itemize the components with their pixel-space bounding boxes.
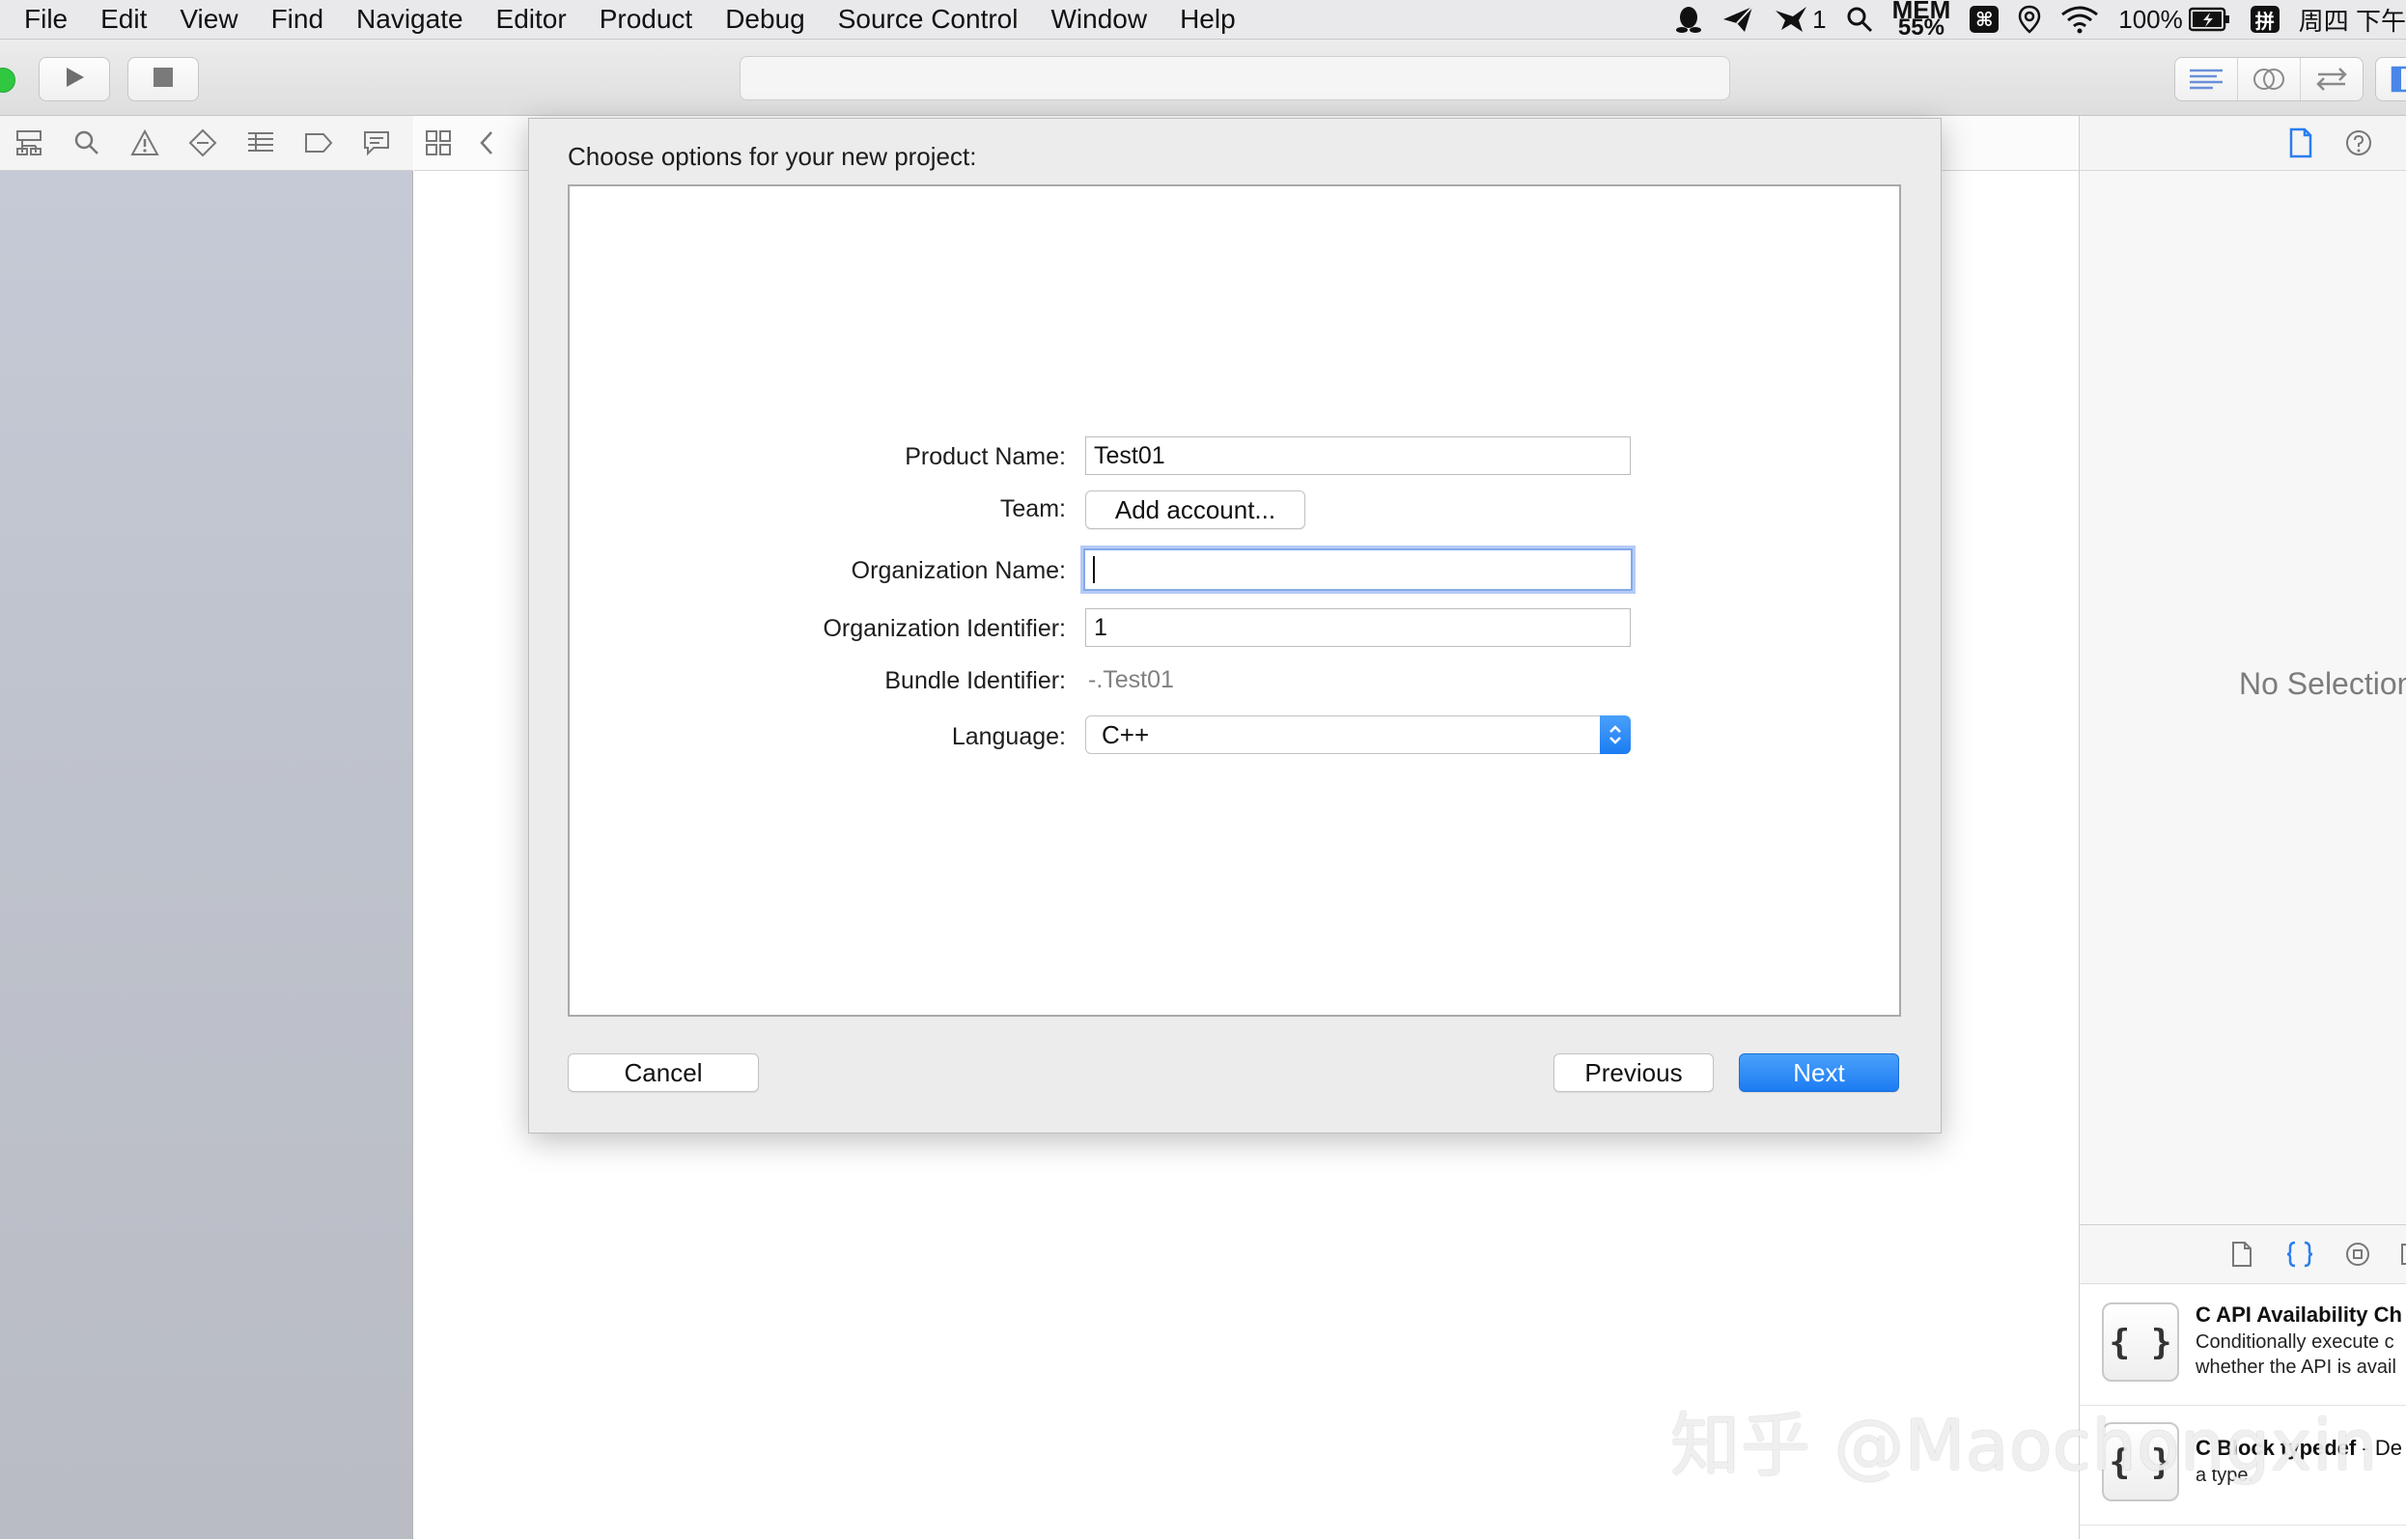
editor-mode-control: [2174, 57, 2364, 101]
memory-monitor[interactable]: MEM 55%: [1892, 0, 1951, 40]
project-navigator-icon[interactable]: [0, 129, 58, 156]
stop-icon: [152, 66, 175, 94]
location-icon[interactable]: [2018, 0, 2041, 39]
language-label: Language:: [951, 723, 1066, 750]
file-template-library-icon[interactable]: [2223, 1237, 2261, 1272]
bird-notification-icon[interactable]: 1: [1774, 0, 1827, 39]
breakpoint-navigator-icon[interactable]: [290, 132, 348, 154]
navigator-selector-bar: [0, 116, 413, 171]
organization-name-field[interactable]: [1083, 548, 1633, 591]
input-method-icon[interactable]: 拼: [2250, 0, 2280, 39]
back-chevron-icon[interactable]: [462, 129, 511, 156]
menu-file[interactable]: File: [0, 0, 84, 39]
battery-icon: [2188, 7, 2229, 32]
options-panel: [568, 184, 1901, 1017]
library-panel: { } C API Availability Ch Conditionally …: [2080, 1224, 2406, 1540]
menu-edit[interactable]: Edit: [84, 0, 163, 39]
qq-icon[interactable]: [1675, 0, 1702, 39]
quick-help-icon[interactable]: [2339, 126, 2378, 160]
related-items-grid-icon[interactable]: [414, 129, 462, 156]
media-library-icon[interactable]: [2389, 1237, 2406, 1272]
notification-count: 1: [1812, 4, 1827, 34]
watermark: 知乎 @Maochongxin: [1670, 1405, 2379, 1486]
language-select[interactable]: C++: [1085, 715, 1631, 754]
version-editor-icon[interactable]: [2301, 58, 2363, 100]
team-label: Team:: [999, 495, 1066, 522]
app-menu: File Edit View Find Navigate Editor Prod…: [0, 0, 1252, 39]
navigator-sidebar: [0, 171, 413, 1539]
menu-product[interactable]: Product: [583, 0, 710, 39]
stop-button[interactable]: [127, 57, 199, 101]
menu-help[interactable]: Help: [1163, 0, 1252, 39]
status-area: 1 MEM 55% ⌘ 100% 拼 周四 下午: [1665, 0, 2406, 40]
sheet-title: Choose options for your new project:: [568, 142, 977, 171]
panel-toggle-control: [2375, 57, 2406, 101]
previous-button[interactable]: Previous: [1553, 1053, 1714, 1092]
battery-indicator[interactable]: 100%: [2118, 0, 2231, 39]
product-name-field[interactable]: [1085, 436, 1631, 475]
menu-find[interactable]: Find: [255, 0, 340, 39]
issue-navigator-icon[interactable]: [116, 129, 174, 156]
cancel-button[interactable]: Cancel: [568, 1053, 759, 1092]
play-icon: [62, 65, 87, 95]
bundle-identifier-label: Bundle Identifier:: [884, 667, 1066, 694]
test-navigator-icon[interactable]: [174, 128, 232, 157]
object-library-icon[interactable]: [2338, 1237, 2377, 1272]
find-navigator-icon[interactable]: [58, 129, 116, 156]
navigator-toggle-icon[interactable]: [2376, 58, 2406, 100]
battery-percent: 100%: [2118, 4, 2183, 34]
language-selected-value: C++: [1102, 720, 1150, 749]
library-item-title: C API Availability Ch: [2196, 1302, 2402, 1327]
code-snippet-library-icon[interactable]: [2280, 1237, 2319, 1272]
wifi-icon[interactable]: [2060, 0, 2099, 39]
zoom-window-button[interactable]: [0, 68, 15, 93]
library-item-description: Conditionally execute c whether the API …: [2196, 1331, 2396, 1378]
run-button[interactable]: [39, 57, 110, 101]
menu-bar: File Edit View Find Navigate Editor Prod…: [0, 0, 2406, 40]
menu-debug[interactable]: Debug: [709, 0, 822, 39]
spotlight-search-icon[interactable]: [1846, 0, 1873, 39]
clock[interactable]: 周四 下午: [2299, 0, 2406, 39]
next-button[interactable]: Next: [1739, 1053, 1899, 1092]
text-caret: [1093, 556, 1095, 584]
debug-navigator-icon[interactable]: [232, 130, 290, 155]
inspector-tabs: [2080, 116, 2406, 171]
assistant-editor-icon[interactable]: [2238, 58, 2301, 100]
activity-viewer: [740, 56, 1730, 100]
code-snippet-icon: { }: [2102, 1302, 2179, 1382]
window-toolbar: [0, 40, 2406, 116]
report-navigator-icon[interactable]: [348, 129, 406, 156]
menu-window[interactable]: Window: [1034, 0, 1163, 39]
no-selection-label: No Selection: [2239, 666, 2406, 701]
product-name-label: Product Name:: [905, 443, 1066, 470]
bundle-identifier-value: -.Test01: [1088, 666, 1174, 693]
menu-editor[interactable]: Editor: [480, 0, 583, 39]
command-key-icon[interactable]: ⌘: [1970, 0, 2000, 39]
library-tabs: [2080, 1225, 2406, 1284]
updown-chevron-icon: [1600, 715, 1631, 754]
utilities-inspector: No Selection { } C API Availability Ch C…: [2079, 116, 2406, 1540]
paper-plane-icon[interactable]: [1721, 0, 1754, 39]
menu-view[interactable]: View: [163, 0, 254, 39]
add-account-button[interactable]: Add account...: [1085, 490, 1305, 529]
file-inspector-icon[interactable]: [2281, 126, 2320, 160]
organization-identifier-field[interactable]: [1085, 608, 1631, 647]
organization-identifier-label: Organization Identifier:: [823, 615, 1066, 642]
menu-source-control[interactable]: Source Control: [822, 0, 1035, 39]
organization-name-label: Organization Name:: [851, 557, 1066, 584]
menu-navigate[interactable]: Navigate: [340, 0, 480, 39]
standard-editor-icon[interactable]: [2175, 58, 2238, 100]
